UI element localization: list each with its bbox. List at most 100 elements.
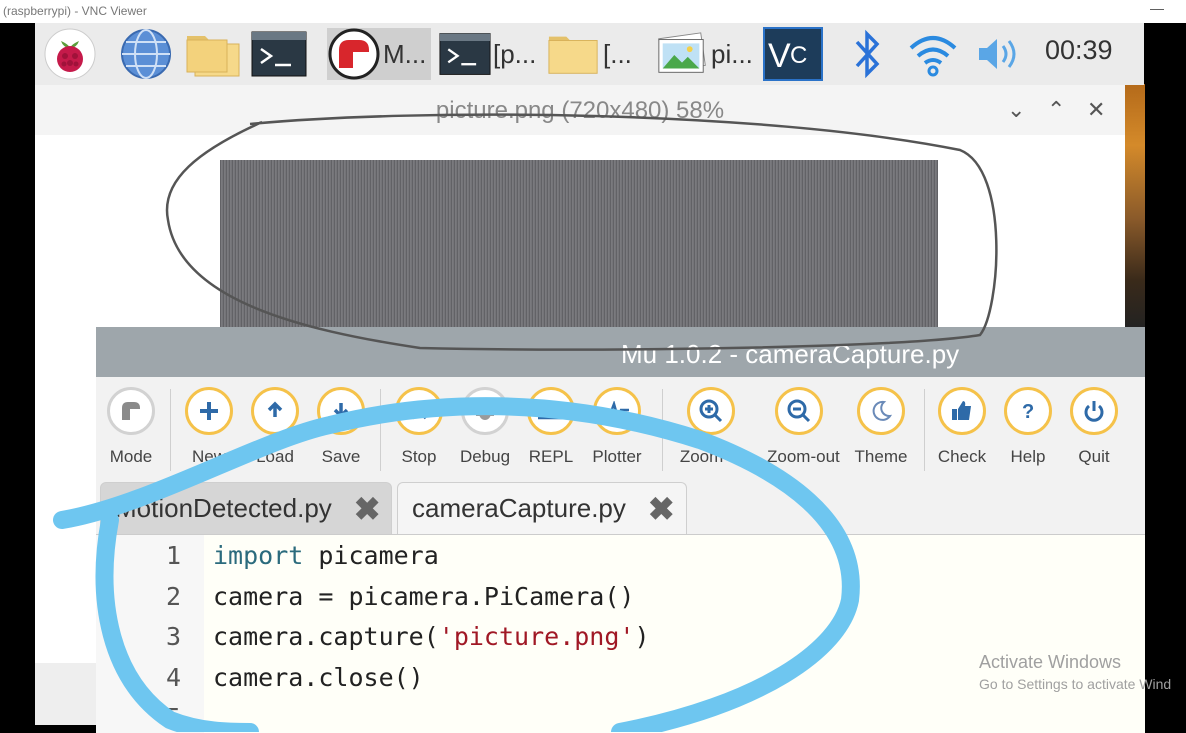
bluetooth-button[interactable] [847,28,887,80]
tab-close-icon[interactable]: ✖ [648,490,675,528]
desktop-background [1125,84,1145,329]
line-number: 1 [165,541,181,570]
line-number: 3 [165,622,181,651]
code-text: ) [634,622,650,651]
stop-button[interactable]: Stop [387,387,451,467]
taskbar-item-label: M... [383,38,427,69]
zoom-in-icon [699,399,723,423]
taskbar-folder-window[interactable]: [... [547,28,647,80]
viewer-bottom-area [35,663,101,725]
plotter-icon [605,401,629,421]
plotter-button[interactable]: Plotter [585,387,649,467]
debug-button[interactable]: Debug [453,387,517,467]
wifi-icon [909,36,957,77]
line-number-gutter: 1 2 3 4 5 [96,535,204,733]
tab-cameracapture[interactable]: cameraCapture.py ✖ [397,482,687,534]
code-text: camera.capture( [213,622,439,651]
tab-label: MotionDetected.py [115,493,332,523]
terminal-icon [251,31,307,77]
save-button[interactable]: Save [309,387,373,467]
taskbar-item-label: [p... [493,38,537,69]
svg-text:?: ? [1022,401,1034,423]
power-icon [1084,401,1104,422]
image-viewer-title: picture.png (720x480) 58% [435,97,725,124]
vnc-icon: V C [763,27,823,81]
mode-icon [122,402,140,420]
viewer-close-button[interactable]: ✕ [1087,97,1105,123]
keyboard-icon [538,402,564,420]
activation-watermark-text: Go to Settings to activate Wind [979,676,1172,692]
terminal-icon [439,33,491,75]
taskbar: M... [p... [... pi... V C 00:39 [35,23,1144,85]
clock[interactable]: 00:39 [1045,35,1113,66]
line-number: 5 [165,703,181,732]
mu-tab-bar: MotionDetected.py ✖ cameraCapture.py ✖ [96,482,1145,534]
line-number: 2 [165,582,181,611]
mode-label: Mode [109,447,153,466]
mu-title: Mu 1.0.2 - cameraCapture.py [621,339,960,369]
taskbar-item-label: [... [603,38,632,69]
svg-text:V: V [768,37,791,75]
thumbs-up-icon [952,401,971,420]
vnc-title: (raspberrypi) - VNC Viewer [3,4,147,18]
check-label: Check [937,447,987,466]
help-icon: ? [1022,401,1034,423]
image-viewer-titlebar: picture.png (720x480) 58% ⌄ ⌃ ✕ [35,85,1125,135]
zoom-in-button[interactable]: Zoom-in [679,387,743,467]
wifi-button[interactable] [905,28,961,80]
quit-button[interactable]: Quit [1062,387,1126,467]
code-line: camera.close() [213,663,424,692]
browser-button[interactable] [119,28,173,80]
taskbar-image-window[interactable]: pi... [655,28,755,80]
raspberry-icon [44,28,96,80]
line-number: 4 [165,663,181,692]
new-button[interactable]: New [177,387,241,467]
tab-label: cameraCapture.py [412,493,626,523]
repl-button[interactable]: REPL [519,387,583,467]
help-label: Help [1010,447,1046,466]
quit-label: Quit [1078,447,1110,466]
plotter-label: Plotter [592,447,642,466]
viewer-maximize-button[interactable]: ⌃ [1047,97,1065,123]
help-button[interactable]: ? Help [996,387,1060,467]
debug-label: Debug [459,447,511,466]
bluetooth-icon [855,29,880,79]
tab-close-icon[interactable]: ✖ [354,490,381,528]
zoom-out-button[interactable]: Zoom-out [767,387,840,467]
globe-icon [121,29,171,79]
code-string: 'picture.png' [438,622,635,651]
vnc-minimize-button[interactable]: — [1150,0,1164,16]
theme-button[interactable]: Theme [849,387,913,467]
code-keyword: import [213,541,304,570]
taskbar-terminal-window[interactable]: [p... [439,28,543,80]
moon-icon [872,400,893,421]
code-line: camera = picamera.PiCamera() [213,582,635,611]
stop-icon [410,402,428,420]
load-button[interactable]: Load [243,387,307,467]
terminal-button[interactable] [251,28,307,80]
taskbar-mu-window[interactable]: M... [327,28,431,80]
activation-watermark-title: Activate Windows [979,652,1122,672]
mode-button[interactable]: Mode [99,387,163,467]
repl-label: REPL [528,447,574,466]
captured-picture [220,160,938,330]
code-line: import picamera [213,541,439,570]
vnc-tray-button[interactable]: V C [763,27,823,81]
viewer-minimize-button[interactable]: ⌄ [1007,97,1025,123]
volume-button[interactable] [973,28,1023,80]
raspberry-menu-button[interactable] [43,28,97,80]
load-label: Load [256,447,294,466]
save-label: Save [321,447,361,466]
check-button[interactable]: Check [930,387,994,467]
save-icon [333,403,349,419]
bug-icon [476,406,494,420]
tab-motiondetected[interactable]: MotionDetected.py ✖ [100,482,392,534]
folder-icon [186,36,240,77]
file-manager-button[interactable] [185,28,241,80]
code-text: picamera [303,541,439,570]
code-editor[interactable]: 1 2 3 4 5 import picamera camera = picam… [96,534,1145,733]
zoom-out-icon [787,399,811,423]
image-icon [658,32,706,73]
stop-label: Stop [401,447,437,466]
zoom-in-label: Zoom-in [679,447,743,466]
